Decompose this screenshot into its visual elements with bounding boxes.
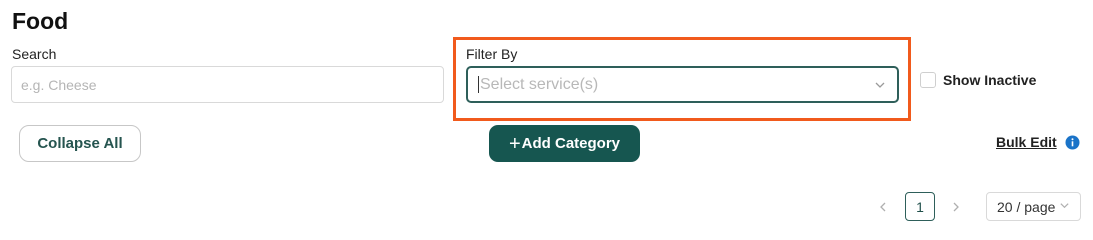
chevron-down-icon <box>873 78 887 92</box>
page-1-button[interactable]: 1 <box>905 192 935 221</box>
filter-label: Filter By <box>466 46 518 62</box>
filter-select[interactable]: Select service(s) <box>466 66 899 103</box>
chevron-right-icon <box>953 202 959 212</box>
prev-page-button[interactable] <box>874 198 892 216</box>
add-category-button[interactable]: + Add Category <box>489 125 640 162</box>
show-inactive-toggle[interactable]: Show Inactive <box>920 72 1036 88</box>
show-inactive-checkbox[interactable] <box>920 72 936 88</box>
collapse-all-button[interactable]: Collapse All <box>19 125 141 162</box>
text-cursor <box>478 76 479 93</box>
page-size-value: 20 / page <box>997 198 1056 215</box>
chevron-left-icon <box>880 202 886 212</box>
add-category-label: Add Category <box>521 135 621 152</box>
show-inactive-label: Show Inactive <box>943 72 1037 88</box>
plus-icon: + <box>508 132 521 155</box>
search-input[interactable] <box>11 66 444 103</box>
info-icon[interactable] <box>1065 135 1080 150</box>
filter-placeholder: Select service(s) <box>480 75 599 93</box>
chevron-down-icon <box>1059 198 1070 216</box>
bulk-edit-link[interactable]: Bulk Edit <box>996 134 1057 150</box>
page-size-select[interactable]: 20 / page <box>986 192 1081 221</box>
next-page-button[interactable] <box>947 198 965 216</box>
search-label: Search <box>12 46 57 62</box>
page-title: Food <box>12 8 69 34</box>
